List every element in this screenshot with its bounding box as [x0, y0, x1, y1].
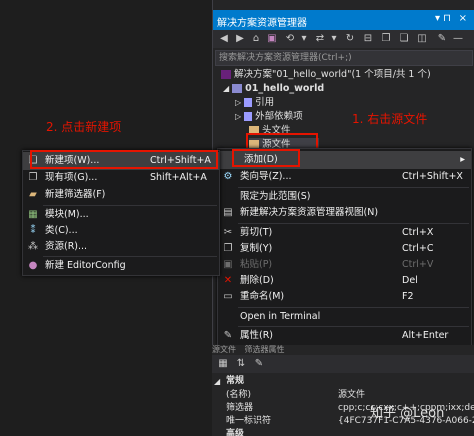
alphabetical-icon[interactable]: ⇅ [234, 357, 248, 371]
submenu-arrow-icon: ▸ [460, 154, 465, 165]
menu-item-class-wizard[interactable]: ⚙ 类向导(Z)... Ctrl+Shift+X [218, 168, 471, 186]
home-icon[interactable]: ⌂ [249, 32, 263, 46]
forward-icon[interactable]: ▶ [233, 32, 247, 46]
menu-item-rename[interactable]: ▭ 重命名(M) F2 [218, 288, 471, 306]
new-view-icon: ▤ [223, 207, 233, 218]
class-wizard-icon: ⚙ [223, 171, 233, 182]
wrench-icon: ✎ [223, 330, 233, 341]
external-deps-label: 外部依赖项 [255, 111, 303, 122]
show-all-files-icon[interactable]: ❐ [379, 32, 393, 46]
solution-explorer-titlebar: 解决方案资源管理器 ▾ ⊓ × [213, 10, 474, 30]
tree-project-node[interactable]: ◢ 01_hello_world [223, 82, 324, 96]
copy-icon: ❐ [223, 243, 233, 254]
back-icon[interactable]: ◀ [217, 32, 231, 46]
menu-item-new-editorconfig[interactable]: ● 新建 EditorConfig [23, 257, 219, 275]
search-input[interactable]: 搜索解决方案资源管理器(Ctrl+;) [215, 50, 473, 66]
menu-item-new-view[interactable]: ▤ 新建解决方案资源管理器视图(N) [218, 204, 471, 222]
tree-external-deps-node[interactable]: ▷ 外部依赖项 [235, 110, 303, 124]
delete-icon: ✕ [223, 275, 233, 286]
annotation-right-click: 1. 右击源文件 [352, 112, 428, 126]
rename-icon: ▭ [223, 291, 233, 302]
solution-label: 解决方案"01_hello_world"(1 个项目/共 1 个) [234, 69, 431, 80]
tree-solution-node[interactable]: 解决方案"01_hello_world"(1 个项目/共 1 个) [221, 68, 431, 82]
refresh-icon[interactable]: ↻ [343, 32, 357, 46]
history-icon[interactable]: ⟲ [283, 32, 297, 46]
wrench-icon[interactable]: ✎ [435, 32, 449, 46]
vs-icon[interactable]: ▣ [265, 32, 279, 46]
annotation-box-add [232, 149, 300, 167]
dropdown-icon[interactable]: ▾ [297, 32, 311, 46]
properties-header: 源文件 筛选器属性 [212, 345, 474, 355]
solution-icon [221, 70, 231, 79]
menu-item-properties[interactable]: ✎ 属性(R) Alt+Enter [218, 327, 471, 345]
preview-icon[interactable]: ◫ [415, 32, 429, 46]
categorized-icon[interactable]: ▦ [216, 357, 230, 371]
properties-category[interactable]: ◢ 常规 [212, 375, 474, 388]
module-icon: ▦ [28, 209, 38, 220]
properties-panel: 源文件 筛选器属性 ▦ ⇅ ✎ ◢ 常规 (名称) 源文件 筛选器 cpp;c;… [212, 345, 474, 436]
lightbulb-icon: ● [28, 260, 38, 271]
wrench-icon[interactable]: ✎ [252, 357, 266, 371]
references-label: 引用 [255, 97, 275, 108]
dropdown-icon[interactable]: ▾ [327, 32, 341, 46]
existing-item-icon: ❐ [28, 172, 38, 183]
collapse-arrow-icon[interactable]: ▷ [235, 112, 241, 121]
properties-icon[interactable]: ❏ [397, 32, 411, 46]
menu-item-open-terminal[interactable]: Open in Terminal [218, 308, 471, 326]
paste-icon: ▣ [223, 259, 233, 270]
expand-arrow-icon[interactable]: ◢ [214, 375, 220, 388]
class-icon: ⁑ [30, 225, 36, 236]
scissors-icon: ✂ [223, 227, 233, 238]
menu-item-existing-item[interactable]: ❐ 现有项(G)... Shift+Alt+A [23, 169, 219, 187]
annotation-box-new-item [30, 150, 218, 169]
property-row-name[interactable]: (名称) 源文件 [212, 389, 474, 402]
annotation-click-new-item: 2. 点击新建项 [46, 120, 122, 134]
collapse-arrow-icon[interactable]: ▷ [235, 98, 241, 107]
properties-category-advanced[interactable]: 高级 [212, 428, 474, 436]
solution-explorer-toolbar: ◀ ▶ ⌂ ▣ ⟲ ▾ ⇄ ▾ ↻ ⊟ ❐ ❏ ◫ ✎ — [213, 30, 474, 48]
new-filter-icon: ▰ [29, 189, 37, 200]
external-deps-icon [244, 112, 253, 121]
project-label: 01_hello_world [245, 83, 325, 94]
expand-arrow-icon[interactable]: ◢ [223, 84, 229, 93]
properties-object-type: 筛选器属性 [244, 345, 285, 354]
more-icon[interactable]: — [451, 32, 465, 46]
project-icon [232, 84, 243, 93]
panel-title: 解决方案资源管理器 [217, 18, 307, 29]
menu-item-new-filter[interactable]: ▰ 新建筛选器(F) [23, 186, 219, 204]
pin-icon[interactable]: ▾ ⊓ [435, 13, 451, 24]
watermark: 知乎 @Leon [370, 406, 445, 421]
collapse-all-icon[interactable]: ⊟ [361, 32, 375, 46]
close-icon[interactable]: × [459, 13, 467, 24]
menu-item-resource[interactable]: ⁂ 资源(R)... [23, 238, 219, 256]
context-menu: 添加(D) ▸ ⚙ 类向导(Z)... Ctrl+Shift+X 限定为此范围(… [217, 148, 472, 346]
references-icon [244, 98, 253, 107]
properties-object-name: 源文件 [212, 345, 236, 354]
resource-icon: ⁂ [28, 241, 38, 252]
tree-references-node[interactable]: ▷ 引用 [235, 96, 274, 110]
properties-toolbar: ▦ ⇅ ✎ [212, 355, 474, 373]
sync-icon[interactable]: ⇄ [313, 32, 327, 46]
